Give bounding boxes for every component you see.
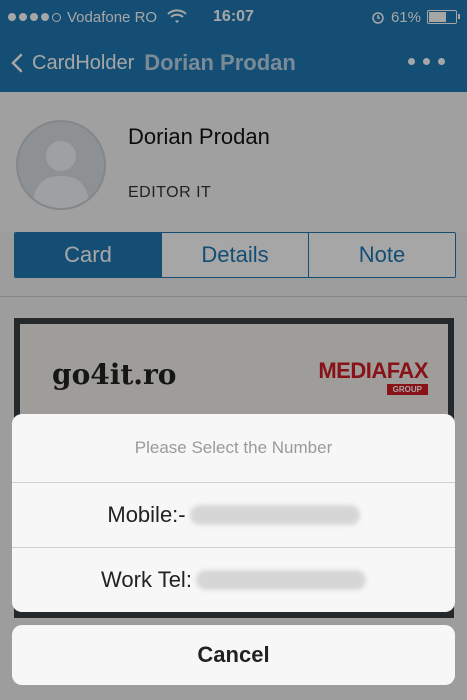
redacted-number: [195, 570, 366, 590]
mobile-label: Mobile:-: [107, 502, 186, 527]
work-number-option[interactable]: Work Tel:: [12, 548, 455, 612]
action-sheet: Please Select the Number Mobile:- Work T…: [12, 414, 455, 612]
mobile-number-option[interactable]: Mobile:-: [12, 483, 455, 548]
action-sheet-title: Please Select the Number: [12, 414, 455, 483]
redacted-number: [189, 505, 360, 525]
cancel-button[interactable]: Cancel: [12, 625, 455, 685]
work-label: Work Tel:: [101, 567, 192, 592]
